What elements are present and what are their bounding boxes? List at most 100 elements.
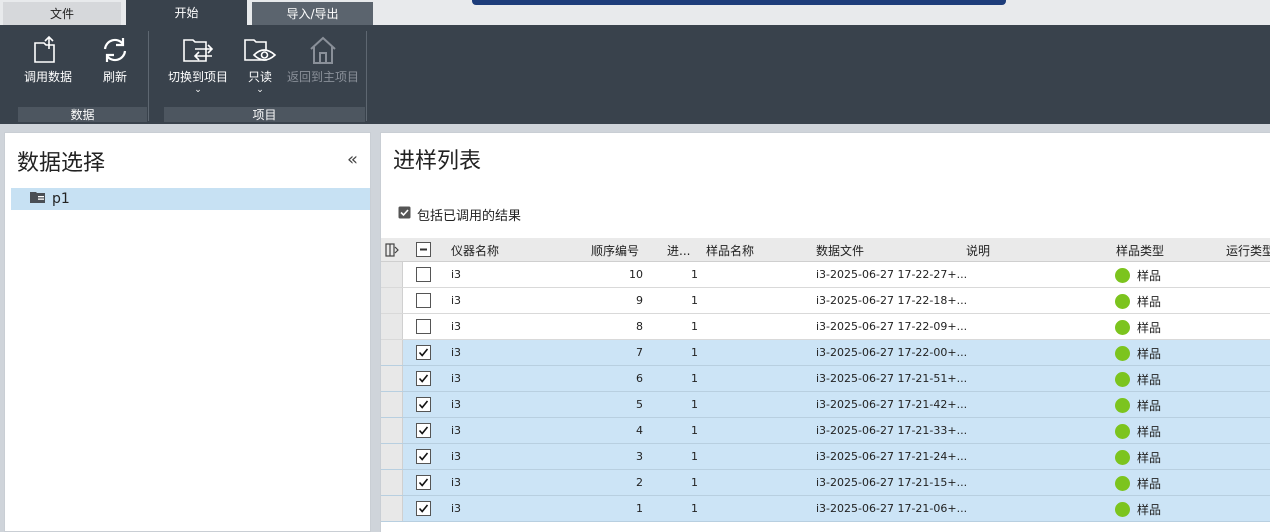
- row-checkbox[interactable]: [416, 475, 431, 490]
- cell-injection: 1: [691, 372, 698, 385]
- table-row[interactable]: i3 7 1 i3-2025-06-27 17-22-00+... 样品: [381, 340, 1270, 366]
- table-row[interactable]: i3 4 1 i3-2025-06-27 17-21-33+... 样品: [381, 418, 1270, 444]
- cell-injection: 1: [691, 424, 698, 437]
- column-chooser-icon[interactable]: [385, 243, 399, 260]
- cell-instrument: i3: [451, 450, 462, 463]
- cell-sample-type: 样品: [1137, 269, 1162, 283]
- row-gutter[interactable]: [381, 496, 403, 521]
- cell-instrument: i3: [451, 424, 462, 437]
- home-icon: [307, 33, 339, 67]
- tree-item-p1[interactable]: p1: [11, 188, 370, 210]
- table-header: 仪器名称 顺序编号 进... 样品名称 数据文件 说明 样品类型 运行类型: [381, 238, 1270, 262]
- row-gutter[interactable]: [381, 392, 403, 417]
- cell-injection: 1: [691, 450, 698, 463]
- cell-sample-type: 样品: [1137, 451, 1162, 465]
- injection-list-panel: 进样列表 包括已调用的结果 仪器名称 顺序编号 进... 样品名称 数据文件 说…: [380, 132, 1270, 532]
- tab-import-export[interactable]: 导入/导出: [252, 2, 373, 25]
- row-gutter[interactable]: [381, 470, 403, 495]
- cell-injection: 1: [691, 398, 698, 411]
- row-checkbox[interactable]: [416, 501, 431, 516]
- cell-data-file: i3-2025-06-27 17-22-27+...: [816, 268, 968, 281]
- chevron-down-icon: ⌄: [256, 85, 264, 95]
- sample-type-dot-icon: [1115, 372, 1130, 387]
- cell-instrument: i3: [451, 372, 462, 385]
- table-row[interactable]: i3 6 1 i3-2025-06-27 17-21-51+... 样品: [381, 366, 1270, 392]
- sample-type-dot-icon: [1115, 424, 1130, 439]
- cell-injection: 1: [691, 294, 698, 307]
- table-row[interactable]: i3 1 1 i3-2025-06-27 17-21-06+... 样品: [381, 496, 1270, 522]
- row-checkbox[interactable]: [416, 345, 431, 360]
- cell-data-file: i3-2025-06-27 17-22-09+...: [816, 320, 968, 333]
- injection-table: 仪器名称 顺序编号 进... 样品名称 数据文件 说明 样品类型 运行类型 i3…: [381, 238, 1270, 522]
- row-gutter[interactable]: [381, 340, 403, 365]
- ribbon-separator: [366, 31, 367, 121]
- row-checkbox[interactable]: [416, 397, 431, 412]
- export-file-icon: [32, 33, 64, 67]
- cell-data-file: i3-2025-06-27 17-21-51+...: [816, 372, 968, 385]
- cell-seq-no: 6: [636, 372, 643, 385]
- column-header-run-type[interactable]: 运行类型: [1226, 242, 1270, 259]
- row-checkbox[interactable]: [416, 267, 431, 282]
- column-header-data-file[interactable]: 数据文件: [816, 242, 864, 259]
- row-checkbox[interactable]: [416, 371, 431, 386]
- table-row[interactable]: i3 8 1 i3-2025-06-27 17-22-09+... 样品: [381, 314, 1270, 340]
- sample-type-dot-icon: [1115, 502, 1130, 517]
- column-header-sample-name[interactable]: 样品名称: [706, 242, 754, 259]
- cell-instrument: i3: [451, 294, 462, 307]
- include-loaded-checkbox[interactable]: 包括已调用的结果: [398, 205, 521, 224]
- row-gutter[interactable]: [381, 288, 403, 313]
- column-header-instrument[interactable]: 仪器名称: [451, 242, 499, 259]
- collapse-panel-icon[interactable]: «: [347, 149, 358, 170]
- folder-eye-icon: [242, 33, 278, 67]
- row-gutter[interactable]: [381, 444, 403, 469]
- table-row[interactable]: i3 9 1 i3-2025-06-27 17-22-18+... 样品: [381, 288, 1270, 314]
- cell-seq-no: 3: [636, 450, 643, 463]
- sample-type-dot-icon: [1115, 346, 1130, 361]
- cell-sample-type: 样品: [1137, 425, 1162, 439]
- cell-data-file: i3-2025-06-27 17-21-42+...: [816, 398, 968, 411]
- group-label-project: 项目: [164, 107, 365, 122]
- include-loaded-label: 包括已调用的结果: [417, 209, 522, 224]
- read-only-button[interactable]: 只读 ⌄: [242, 33, 278, 95]
- column-header-seq-no[interactable]: 顺序编号: [591, 242, 639, 259]
- tab-start[interactable]: 开始: [126, 0, 247, 25]
- group-label-data: 数据: [18, 107, 147, 122]
- table-row[interactable]: i3 3 1 i3-2025-06-27 17-21-24+... 样品: [381, 444, 1270, 470]
- column-header-sample-type[interactable]: 样品类型: [1116, 242, 1164, 259]
- row-checkbox[interactable]: [416, 293, 431, 308]
- row-checkbox[interactable]: [416, 449, 431, 464]
- select-all-checkbox[interactable]: [416, 242, 431, 260]
- column-header-injection[interactable]: 进...: [667, 242, 690, 259]
- cell-sample-type: 样品: [1137, 347, 1162, 361]
- table-row[interactable]: i3 10 1 i3-2025-06-27 17-22-27+... 样品: [381, 262, 1270, 288]
- cell-sample-type: 样品: [1137, 295, 1162, 309]
- cell-sample-type: 样品: [1137, 321, 1162, 335]
- column-header-description[interactable]: 说明: [966, 242, 990, 259]
- cell-data-file: i3-2025-06-27 17-22-18+...: [816, 294, 968, 307]
- ribbon-tab-strip: 文件 开始 导入/导出: [0, 0, 1270, 25]
- load-data-button[interactable]: 调用数据: [24, 33, 72, 85]
- table-row[interactable]: i3 2 1 i3-2025-06-27 17-21-15+... 样品: [381, 470, 1270, 496]
- row-gutter[interactable]: [381, 418, 403, 443]
- tree-item-label: p1: [52, 191, 70, 207]
- cell-instrument: i3: [451, 398, 462, 411]
- switch-project-button[interactable]: 切换到项目 ⌄: [168, 33, 228, 95]
- cell-seq-no: 5: [636, 398, 643, 411]
- switch-project-label: 切换到项目: [168, 70, 229, 84]
- row-checkbox[interactable]: [416, 423, 431, 438]
- table-row[interactable]: i3 5 1 i3-2025-06-27 17-21-42+... 样品: [381, 392, 1270, 418]
- refresh-button[interactable]: 刷新: [100, 33, 130, 85]
- cell-instrument: i3: [451, 502, 462, 515]
- sample-type-dot-icon: [1115, 398, 1130, 413]
- cell-sample-type: 样品: [1137, 503, 1162, 517]
- back-to-main-button[interactable]: 返回到主项目: [287, 33, 359, 85]
- sample-type-dot-icon: [1115, 476, 1130, 491]
- chevron-down-icon: ⌄: [194, 85, 202, 95]
- row-gutter[interactable]: [381, 314, 403, 339]
- row-checkbox[interactable]: [416, 319, 431, 334]
- folder-icon: [30, 191, 46, 208]
- cell-injection: 1: [691, 476, 698, 489]
- tab-file[interactable]: 文件: [3, 2, 121, 25]
- row-gutter[interactable]: [381, 262, 403, 287]
- row-gutter[interactable]: [381, 366, 403, 391]
